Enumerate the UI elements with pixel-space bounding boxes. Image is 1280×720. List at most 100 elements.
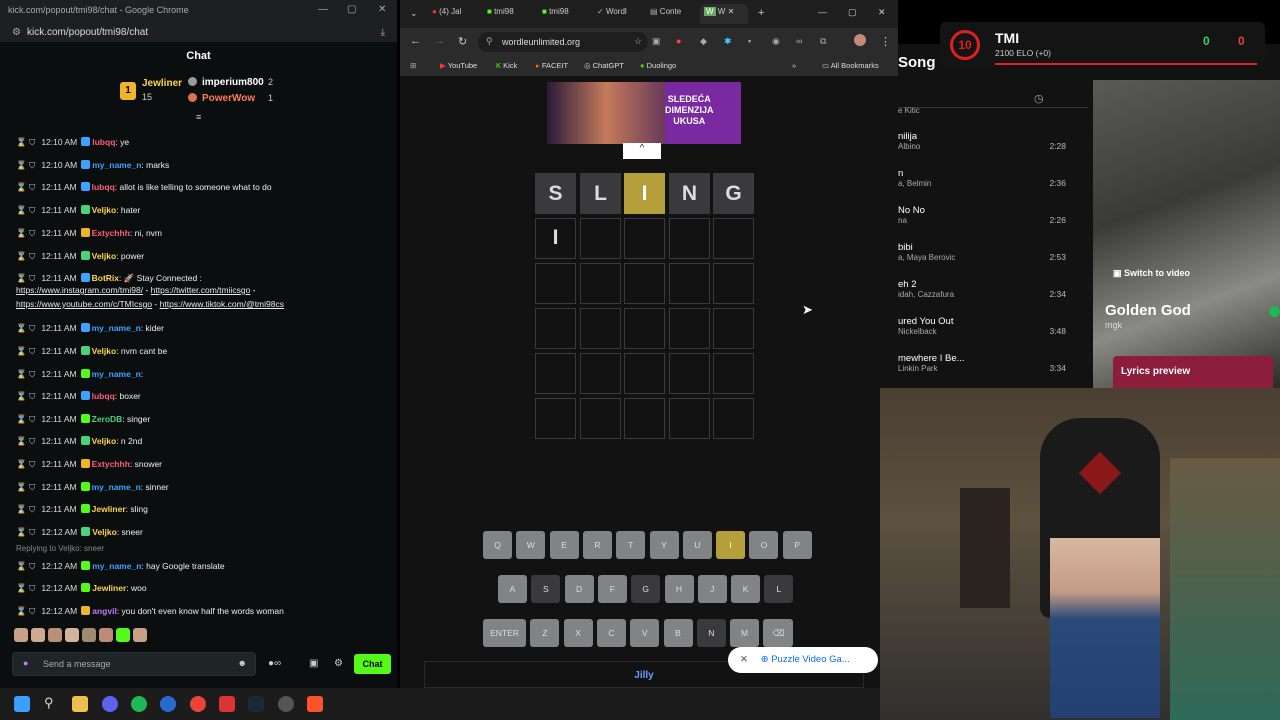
bookmark-star-icon[interactable]: ☆ — [634, 36, 642, 47]
site-info-icon[interactable]: ⚲ — [486, 36, 493, 47]
tab-kick-2[interactable]: ■ tmi98 — [542, 7, 582, 16]
switch-to-video-button[interactable]: ▣ Switch to video — [1113, 268, 1190, 279]
key-e[interactable]: E — [549, 531, 579, 559]
pin-icon[interactable]: ⌛ ⛉ — [16, 160, 35, 170]
forward-icon[interactable]: → — [434, 35, 445, 47]
key-j[interactable]: J — [697, 575, 727, 603]
key-g[interactable]: G — [631, 575, 661, 603]
liked-check-icon[interactable] — [1269, 306, 1280, 317]
emote-icon[interactable] — [116, 628, 130, 642]
extension-icon[interactable]: ▣ — [652, 36, 661, 47]
enter-key[interactable]: ENTER — [483, 619, 526, 647]
key-r[interactable]: R — [582, 531, 612, 559]
message-username[interactable]: Veljko — [92, 205, 117, 215]
pin-icon[interactable]: ⌛ ⛉ — [16, 414, 35, 424]
emoji-icon[interactable]: ☻ — [238, 658, 247, 668]
tab-wordle-active[interactable]: W W ✕ — [700, 4, 748, 24]
message-username[interactable]: Extychhh — [92, 228, 130, 238]
backspace-key[interactable]: ⌫ — [763, 619, 794, 647]
message-username[interactable]: lubqq — [92, 391, 115, 401]
key-f[interactable]: F — [597, 575, 627, 603]
expand-leaders-icon[interactable]: ≡ — [196, 112, 201, 122]
lyrics-preview[interactable]: Lyrics preview — [1113, 356, 1273, 388]
pin-icon[interactable]: ⌛ ⛉ — [16, 369, 35, 379]
pin-icon[interactable]: ⌛ ⛉ — [16, 459, 35, 469]
pin-icon[interactable]: ⌛ ⛉ — [16, 391, 35, 401]
back-icon[interactable]: ← — [410, 35, 421, 47]
emote-icon[interactable] — [14, 628, 28, 642]
message-username[interactable]: Veljko — [92, 436, 117, 446]
pin-icon[interactable]: ⌛ ⛉ — [16, 323, 35, 333]
pin-icon[interactable]: ⌛ ⛉ — [16, 527, 35, 537]
extension-icon[interactable]: ✱ — [724, 36, 732, 47]
emote-icon[interactable] — [99, 628, 113, 642]
discord-icon[interactable] — [102, 696, 118, 712]
message-username[interactable]: angvil — [92, 606, 117, 616]
key-x[interactable]: X — [563, 619, 593, 647]
chat-urlbar[interactable]: ⚙ kick.com/popout/tmi98/chat ⤓ — [0, 22, 397, 42]
close-tab-icon[interactable]: ✕ — [728, 7, 735, 16]
bookmarks-overflow-icon[interactable]: » — [792, 61, 796, 70]
puzzle-video-popup[interactable]: ✕ ⊕ Puzzle Video Ga... — [728, 647, 878, 673]
track-row[interactable]: nilija Albino 2:28 — [898, 131, 1088, 168]
key-t[interactable]: T — [616, 531, 646, 559]
track-row[interactable]: n a, Belmin 2:36 — [898, 168, 1088, 205]
pin-icon[interactable]: ⌛ ⛉ — [16, 251, 35, 261]
brave-icon[interactable] — [307, 696, 323, 712]
all-bookmarks-folder[interactable]: ▭ All Bookmarks — [822, 61, 879, 70]
emote-icon[interactable] — [48, 628, 62, 642]
close-icon[interactable]: ✕ — [878, 7, 886, 18]
extension-icon[interactable]: ∞ — [796, 36, 802, 46]
bookmark-kick[interactable]: K Kick — [496, 61, 517, 70]
message-username[interactable]: Jewliner — [92, 504, 126, 514]
message-username[interactable]: my_name_n — [92, 561, 141, 571]
track-row[interactable]: mewhere I Be... Linkin Park 3:34 — [898, 353, 1088, 390]
tab-content[interactable]: ▤ Conte — [650, 7, 690, 16]
track-row[interactable]: eh 2 idah, Cazzafura 2:34 — [898, 279, 1088, 316]
extension-icon[interactable]: ◆ — [700, 36, 707, 47]
message-username[interactable]: BotRix — [92, 273, 119, 283]
message-username[interactable]: my_name_n — [92, 160, 141, 170]
pin-icon[interactable]: ⌛ ⛉ — [16, 436, 35, 446]
pin-icon[interactable]: ⌛ ⛉ — [16, 182, 35, 192]
extensions-puzzle-icon[interactable]: ⧉ — [820, 36, 826, 47]
download-icon[interactable]: ⤓ — [381, 27, 385, 38]
track-row[interactable]: No No na 2:26 — [898, 205, 1088, 242]
tab-kick-1[interactable]: ■ tmi98 — [487, 7, 527, 16]
microphone-icon[interactable]: ● — [23, 658, 28, 668]
extension-icon[interactable]: ● — [676, 36, 681, 46]
twitter-link[interactable]: https://twitter.com/tmiicsgo — [151, 285, 251, 295]
message-username[interactable]: Extychhh — [92, 459, 130, 469]
pin-icon[interactable]: ⌛ ⛉ — [16, 504, 35, 514]
pin-icon[interactable]: ⌛ ⛉ — [16, 583, 35, 593]
menu-kebab-icon[interactable]: ⋮ — [880, 35, 891, 48]
key-h[interactable]: H — [664, 575, 694, 603]
message-username[interactable]: Veljko — [92, 527, 117, 537]
message-username[interactable]: Veljko — [92, 251, 117, 261]
message-username[interactable]: my_name_n — [92, 369, 141, 379]
pin-icon[interactable]: ⌛ ⛉ — [16, 137, 35, 147]
message-username[interactable]: my_name_n — [92, 482, 141, 492]
gift-icon[interactable]: ▣ — [309, 658, 318, 669]
address-bar[interactable]: ⚲ wordleunlimited.org ☆ — [478, 32, 648, 52]
key-y[interactable]: Y — [649, 531, 679, 559]
emote-icon[interactable] — [65, 628, 79, 642]
message-username[interactable]: my_name_n — [92, 323, 141, 333]
key-i[interactable]: I — [716, 531, 746, 559]
key-s[interactable]: S — [531, 575, 561, 603]
tab-wordle-1[interactable]: ✓ Wordl — [597, 7, 637, 16]
message-username[interactable]: Veljko — [92, 346, 117, 356]
points-icon[interactable]: ●∞ — [268, 658, 281, 669]
pin-icon[interactable]: ⌛ ⛉ — [16, 606, 35, 616]
tiktok-link[interactable]: https://www.tiktok.com/@tmi98cs — [160, 299, 284, 309]
chat-send-button[interactable]: Chat — [354, 654, 391, 674]
message-username[interactable]: lubqq — [92, 137, 115, 147]
chrome-icon[interactable] — [190, 696, 206, 712]
pin-icon[interactable]: ⌛ ⛉ — [16, 482, 35, 492]
message-username[interactable]: Jewliner — [92, 583, 126, 593]
bookmark-youtube[interactable]: ▶ YouTube — [440, 61, 477, 70]
key-v[interactable]: V — [630, 619, 660, 647]
emote-icon[interactable] — [82, 628, 96, 642]
key-k[interactable]: K — [731, 575, 761, 603]
key-c[interactable]: C — [596, 619, 626, 647]
